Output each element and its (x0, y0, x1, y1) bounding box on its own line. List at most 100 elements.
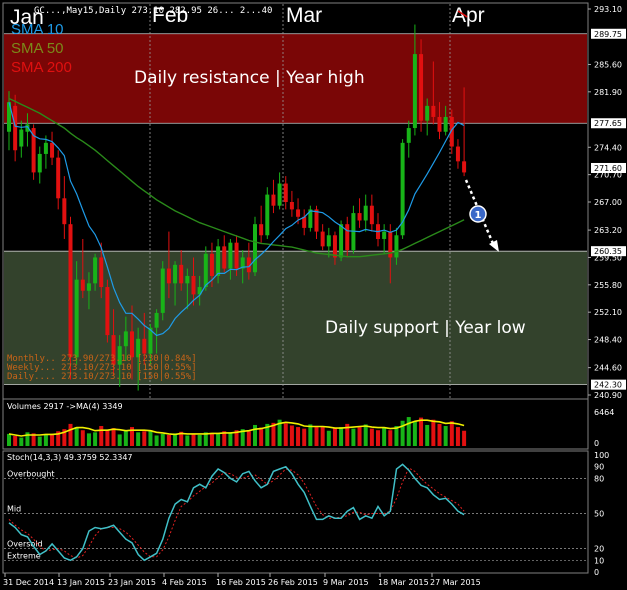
price-label-14: 248.40 (594, 336, 622, 345)
volume-bar-70 (437, 423, 442, 446)
date-label-7: 18 Mar 2015 (378, 578, 429, 587)
candle-body-28 (179, 264, 184, 284)
candle-body-5 (37, 153, 42, 173)
stoch-level-label-overbought: Overbought (7, 469, 55, 478)
candle-body-9 (62, 198, 67, 225)
volume-bar-6 (43, 434, 48, 446)
candle-body-53 (332, 235, 337, 258)
support-label: Daily support | Year low (325, 318, 526, 338)
candle-body-11 (74, 279, 79, 358)
volume-bar-27 (173, 433, 178, 446)
volume-bar-62 (388, 430, 393, 446)
volume-bar-67 (419, 417, 424, 446)
stoch-title: Stoch(14,3,3) 49.3759 52.3347 (7, 453, 133, 462)
volume-bar-11 (74, 427, 79, 446)
candle-body-12 (80, 279, 85, 291)
volume-bar-69 (431, 419, 436, 446)
price-label-17: 240.90 (594, 391, 622, 400)
candle-body-33 (209, 253, 214, 276)
volume-bar-0 (7, 433, 11, 446)
date-label-4: 16 Feb 2015 (216, 578, 266, 587)
volume-bar-25 (160, 433, 165, 446)
candle-body-16 (105, 287, 110, 336)
candle-body-35 (222, 246, 227, 269)
volume-bar-52 (326, 430, 331, 446)
volume-bar-46 (289, 425, 294, 446)
candle-body-42 (265, 194, 270, 236)
candle-body-65 (406, 128, 411, 143)
candle-body-51 (320, 231, 325, 247)
volume-bar-29 (185, 435, 190, 446)
volume-bar-57 (357, 427, 362, 446)
legend-sma200: SMA 200 (11, 59, 72, 76)
candle-body-68 (425, 105, 430, 121)
volume-bar-18 (117, 434, 122, 446)
volume-bar-16 (105, 429, 110, 446)
price-label-11: 259.50 (594, 253, 622, 262)
date-label-1: 13 Jan 2015 (57, 578, 105, 587)
candle-body-58 (363, 205, 368, 221)
volume-bar-41 (259, 427, 264, 446)
volume-bar-58 (363, 424, 368, 446)
price-label-15: 244.60 (594, 364, 622, 373)
volume-bar-65 (406, 417, 411, 446)
volume-bar-61 (382, 427, 387, 446)
volume-bar-73 (455, 427, 460, 446)
candle-body-1 (13, 105, 18, 151)
volume-bar-33 (209, 432, 214, 446)
candle-body-70 (437, 116, 442, 132)
volume-bar-2 (19, 437, 24, 446)
price-axis: 293.10289.75285.60281.90277.65274.40271.… (588, 5, 626, 400)
volume-bar-1 (13, 436, 18, 446)
volume-bar-19 (123, 430, 128, 446)
volume-bar-26 (166, 434, 171, 446)
candle-body-27 (173, 264, 178, 284)
candle-body-50 (314, 209, 319, 232)
volume-bar-71 (443, 426, 448, 446)
volume-bar-30 (191, 433, 196, 446)
candle-body-37 (234, 242, 239, 269)
volume-bar-49 (308, 424, 313, 446)
candle-body-8 (56, 157, 61, 199)
date-label-2: 23 Jan 2015 (108, 578, 156, 587)
legend-sma10: SMA 10 (11, 21, 64, 38)
volume-bar-60 (376, 430, 380, 446)
candle-body-40 (253, 224, 257, 273)
marker-badge[interactable]: 1 (469, 205, 487, 223)
volume-title: Volumes 2917 ->MA(4) 3349 (7, 402, 123, 411)
volume-bar-47 (296, 427, 301, 446)
volume-bar-39 (246, 431, 251, 446)
volume-bar-50 (314, 427, 319, 446)
candle-body-7 (50, 142, 55, 158)
price-label-1: 289.75 (594, 30, 622, 39)
price-label-9: 263.20 (594, 226, 622, 235)
volume-bar-53 (332, 428, 337, 446)
volume-bar-24 (154, 435, 159, 446)
volume-bar-23 (148, 430, 153, 446)
candle-body-67 (419, 54, 424, 121)
stoch-axis-label-6: 0 (594, 568, 599, 577)
volume-bar-59 (369, 428, 374, 446)
candle-body-30 (191, 275, 196, 295)
volume-bar-15 (99, 426, 104, 446)
volume-bar-64 (400, 420, 405, 446)
candle-body-44 (277, 183, 282, 206)
candle-body-69 (431, 105, 436, 117)
candle-body-34 (216, 246, 221, 276)
price-label-16: 242.30 (594, 381, 622, 390)
volume-bar-14 (93, 432, 98, 446)
candle-body-57 (357, 213, 362, 221)
candle-body-10 (68, 224, 73, 358)
volume-bar-74 (462, 430, 467, 446)
candle-body-45 (283, 183, 288, 202)
date-label-6: 9 Mar 2015 (323, 578, 369, 587)
candle-body-54 (339, 224, 344, 258)
candle-body-73 (455, 146, 460, 162)
volume-bar-31 (197, 434, 202, 446)
price-label-5: 274.40 (594, 143, 622, 152)
candle-body-71 (443, 116, 448, 132)
chart[interactable]: Jan Feb Mar Apr GC...,May15,Daily 273.10… (0, 0, 627, 590)
date-label-3: 4 Feb 2015 (162, 578, 207, 587)
volume-bar-12 (80, 430, 85, 446)
candle-body-29 (185, 275, 190, 284)
